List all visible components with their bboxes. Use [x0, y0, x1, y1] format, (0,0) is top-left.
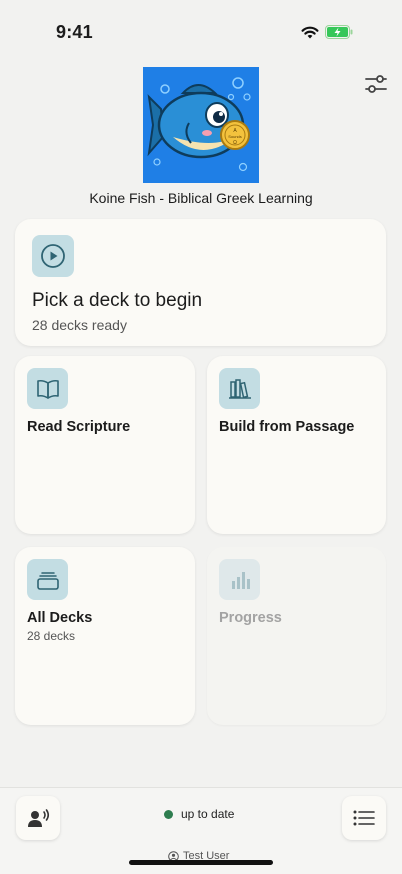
menu-list-button[interactable] [342, 796, 386, 840]
bar-chart-icon [231, 571, 250, 589]
stack-icon [36, 571, 59, 590]
progress-label: Progress [219, 610, 282, 626]
build-passage-icon-tile [219, 368, 260, 409]
speaker-button[interactable] [16, 796, 60, 840]
read-scripture-card[interactable]: Read Scripture [15, 356, 195, 534]
svg-text:Sounds: Sounds [228, 134, 242, 139]
status-time: 9:41 [56, 22, 93, 42]
wifi-icon [301, 26, 319, 39]
hero-icon-tile [32, 235, 74, 277]
build-from-passage-card[interactable]: Build from Passage [207, 356, 386, 534]
sync-status-text: up to date [181, 807, 235, 821]
all-decks-label: All Decks [27, 610, 93, 626]
sync-status-dot [164, 809, 173, 819]
progress-icon-tile [219, 559, 260, 600]
app-logo: A Sounds Ω [143, 67, 259, 183]
battery-charging-icon [325, 25, 353, 39]
svg-text:Ω: Ω [233, 140, 237, 146]
app-title: Koine Fish - Biblical Greek Learning [89, 190, 313, 206]
read-scripture-label: Read Scripture [27, 419, 131, 435]
home-indicator[interactable] [129, 860, 273, 865]
build-passage-label: Build from Passage [219, 419, 355, 435]
status-bar: 9:41 [0, 0, 402, 60]
pick-deck-card[interactable]: Pick a deck to begin 28 decks ready [15, 219, 386, 346]
bookshelf-icon [228, 378, 251, 399]
hero-subtitle: 28 decks ready [32, 317, 127, 333]
read-scripture-icon-tile [27, 368, 68, 409]
list-icon [353, 810, 375, 826]
play-circle-icon [41, 244, 65, 268]
filter-settings-icon[interactable] [362, 70, 390, 98]
all-decks-card[interactable]: All Decks 28 decks [15, 547, 195, 725]
all-decks-icon-tile [27, 559, 68, 600]
fish-mascot-icon: A Sounds Ω [143, 67, 259, 183]
person-speaking-icon [28, 809, 50, 827]
progress-card[interactable]: Progress [207, 547, 386, 725]
all-decks-count: 28 decks [27, 629, 76, 643]
hero-title: Pick a deck to begin [32, 290, 203, 311]
open-book-icon [36, 379, 59, 399]
sync-status: up to date [164, 807, 234, 821]
